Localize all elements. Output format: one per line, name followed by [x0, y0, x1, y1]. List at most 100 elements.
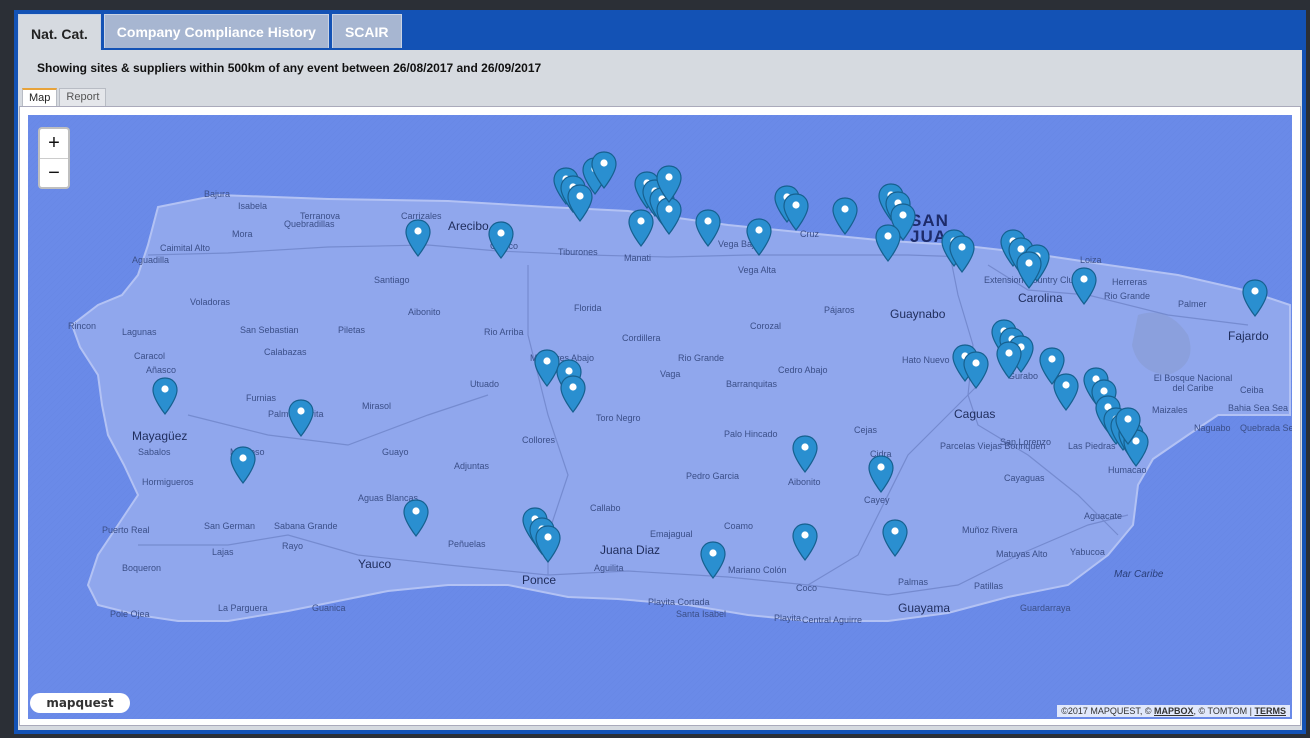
- location-marker-icon[interactable]: [535, 525, 561, 563]
- location-marker-icon[interactable]: [230, 446, 256, 484]
- location-marker-icon[interactable]: [488, 221, 514, 259]
- location-marker-icon[interactable]: [591, 151, 617, 189]
- place-label: Calabazas: [264, 347, 307, 357]
- location-marker-icon[interactable]: [700, 541, 726, 579]
- place-label: Carolina: [1018, 291, 1063, 305]
- place-label: Hormigueros: [142, 477, 194, 487]
- location-marker-icon[interactable]: [1071, 267, 1097, 305]
- location-marker-icon[interactable]: [963, 351, 989, 389]
- place-label: Playita Cortada: [648, 597, 710, 607]
- place-label: Vega Alta: [738, 265, 777, 275]
- place-label: Isabela: [238, 201, 268, 211]
- place-label: Guaynabo: [890, 307, 946, 321]
- place-label: Bajura: [204, 189, 231, 199]
- location-marker-icon[interactable]: [746, 218, 772, 256]
- place-label: Arecibo: [448, 219, 489, 233]
- place-label: Furnias: [246, 393, 277, 403]
- place-label: Pedro Garcia: [686, 471, 740, 481]
- place-label: El Bosque Nacional del Caribe: [1153, 373, 1233, 393]
- place-label: Toro Negro: [596, 413, 641, 423]
- place-label: Aguilita: [594, 563, 624, 573]
- place-label: Juana Diaz: [600, 543, 661, 557]
- place-label: San German: [204, 521, 256, 531]
- location-marker-icon[interactable]: [1053, 373, 1079, 411]
- place-label: Mayagüez: [132, 429, 188, 443]
- location-marker-icon[interactable]: [949, 235, 975, 273]
- map-canvas[interactable]: + − Bajura Isabela Terranova Quebradilla…: [28, 115, 1292, 719]
- place-label: Cordillera: [622, 333, 661, 343]
- place-label: Ponce: [522, 573, 557, 587]
- location-marker-icon[interactable]: [792, 523, 818, 561]
- location-marker-icon[interactable]: [695, 209, 721, 247]
- place-label: Cedro Abajo: [778, 365, 828, 375]
- place-label: Fajardo: [1228, 329, 1269, 343]
- place-label: Aguadilla: [132, 255, 170, 265]
- location-marker-icon[interactable]: [868, 455, 894, 493]
- tab-scair[interactable]: SCAIR: [331, 14, 402, 48]
- location-marker-icon[interactable]: [783, 193, 809, 231]
- place-label: Guayama: [898, 601, 951, 615]
- place-label: Boqueron: [122, 563, 162, 573]
- place-label: Guayo: [382, 447, 409, 457]
- place-label: Yauco: [358, 557, 392, 571]
- terms-link[interactable]: TERMS: [1255, 706, 1287, 716]
- place-label: Palmer: [1178, 299, 1207, 309]
- place-label: Emajagual: [650, 529, 693, 539]
- window-top-strip: [0, 0, 1310, 10]
- place-label: Coamo: [724, 521, 754, 531]
- place-label: Rio Grande: [1104, 291, 1151, 301]
- place-label: Naguabo: [1194, 423, 1231, 433]
- place-label: Muñoz Rivera: [962, 525, 1018, 535]
- place-label: Yabucoa: [1070, 547, 1105, 557]
- location-marker-icon[interactable]: [875, 224, 901, 262]
- place-label: Coco: [796, 583, 818, 593]
- place-label: Guanica: [312, 603, 346, 613]
- tab-nat-cat[interactable]: Nat. Cat.: [18, 14, 101, 52]
- zoom-in-button[interactable]: +: [40, 129, 68, 159]
- place-label: Collores: [522, 435, 556, 445]
- place-label: Palmas: [898, 577, 929, 587]
- location-marker-icon[interactable]: [1242, 279, 1268, 317]
- place-label: San Lorenzo: [1000, 437, 1052, 447]
- location-marker-icon[interactable]: [1115, 407, 1141, 445]
- location-marker-icon[interactable]: [560, 375, 586, 413]
- location-marker-icon[interactable]: [288, 399, 314, 437]
- place-label: Cayaguas: [1004, 473, 1045, 483]
- zoom-control: + −: [38, 127, 70, 189]
- place-label: Patillas: [974, 581, 1004, 591]
- location-marker-icon[interactable]: [832, 197, 858, 235]
- location-marker-icon[interactable]: [152, 377, 178, 415]
- place-label: Herreras: [1112, 277, 1148, 287]
- place-label: Piletas: [338, 325, 366, 335]
- map-attribution: ©2017 MAPQUEST, © MAPBOX, © TOMTOM | TER…: [1057, 705, 1290, 717]
- place-label: Quebradillas: [284, 219, 335, 229]
- zoom-out-button[interactable]: −: [40, 159, 68, 188]
- place-label: Rio Grande: [678, 353, 725, 363]
- place-label: Callabo: [590, 503, 621, 513]
- place-label: Ceiba: [1240, 385, 1264, 395]
- place-label: Utuado: [470, 379, 500, 389]
- location-marker-icon[interactable]: [1016, 251, 1042, 289]
- subtab-report[interactable]: Report: [59, 88, 107, 106]
- place-label: Loiza: [1080, 255, 1102, 265]
- location-marker-icon[interactable]: [882, 519, 908, 557]
- place-label: Mora: [232, 229, 253, 239]
- location-marker-icon[interactable]: [403, 499, 429, 537]
- place-label: Adjuntas: [454, 461, 490, 471]
- location-marker-icon[interactable]: [792, 435, 818, 473]
- place-label: Palo Hincado: [724, 429, 778, 439]
- place-label: Maizales: [1152, 405, 1188, 415]
- location-marker-icon[interactable]: [405, 219, 431, 257]
- location-marker-icon[interactable]: [656, 165, 682, 203]
- info-text: Showing sites & suppliers within 500km o…: [37, 61, 542, 75]
- location-marker-icon[interactable]: [996, 341, 1022, 379]
- place-label: Vaga: [660, 369, 681, 379]
- place-label: Puerto Real: [102, 525, 150, 535]
- tab-company-compliance-history[interactable]: Company Compliance History: [103, 14, 329, 48]
- subtab-map[interactable]: Map: [22, 88, 58, 106]
- mapbox-link[interactable]: MAPBOX: [1154, 706, 1194, 716]
- place-label: Peñuelas: [448, 539, 486, 549]
- place-label: La Parguera: [218, 603, 268, 613]
- mapquest-logo[interactable]: mapquest: [30, 693, 130, 713]
- sea-label: Mar Caribe: [1114, 569, 1164, 580]
